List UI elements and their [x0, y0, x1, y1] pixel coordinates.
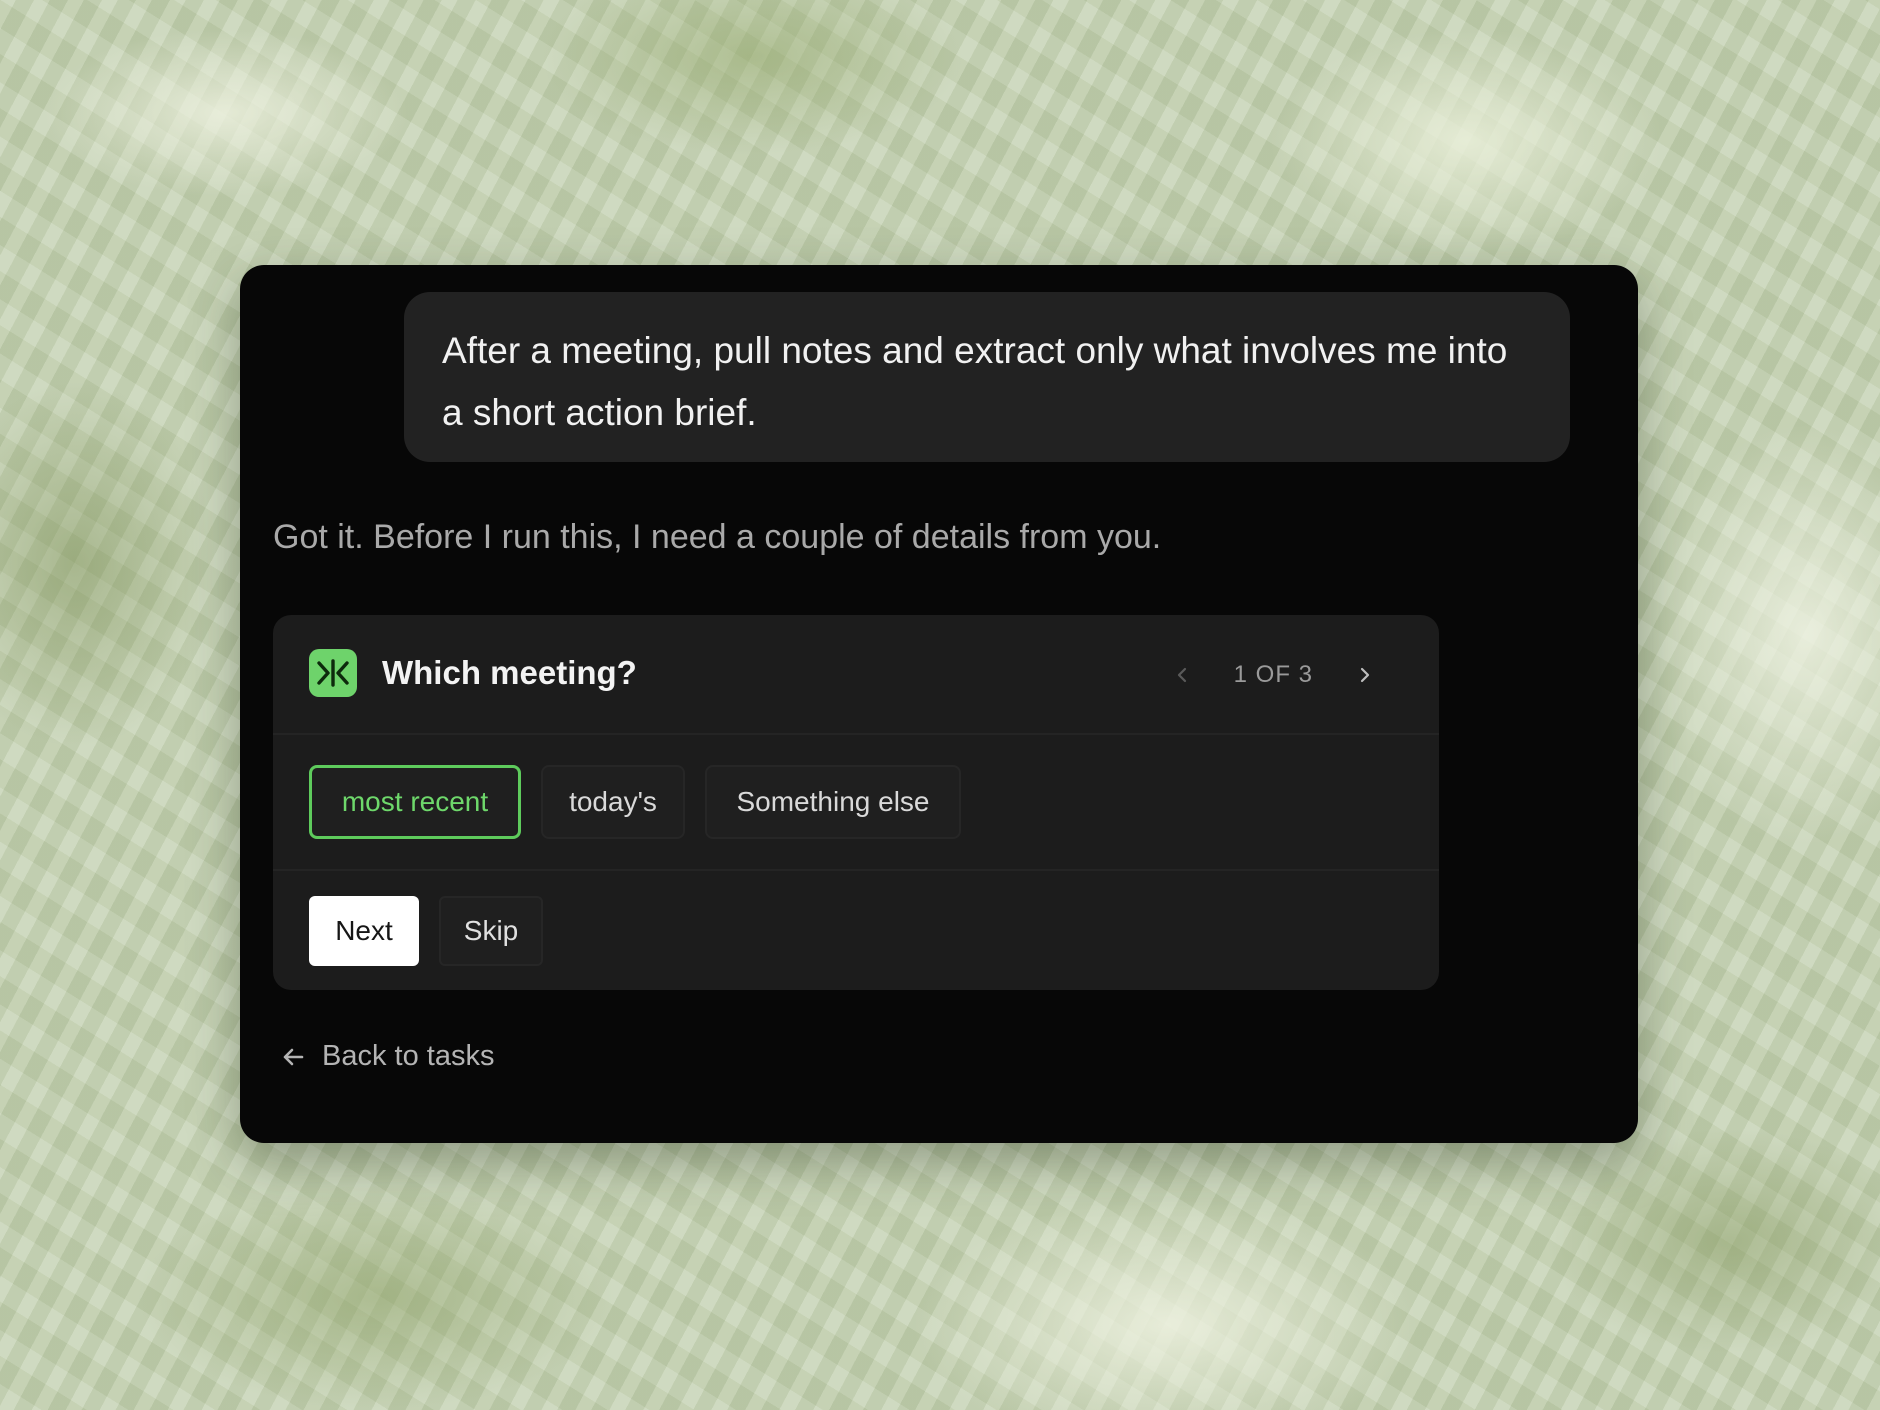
- question-title: Which meeting?: [382, 654, 637, 691]
- user-message-text: After a meeting, pull notes and extract …: [442, 330, 1508, 433]
- arrow-left-icon: [278, 1042, 308, 1072]
- skip-button[interactable]: Skip: [439, 895, 543, 966]
- chevron-right-icon[interactable]: [1347, 657, 1383, 693]
- question-pager: 1 OF 3: [1164, 655, 1383, 695]
- back-to-tasks-label: Back to tasks: [322, 1040, 495, 1072]
- answer-options: most recent today's Something else: [273, 735, 1439, 871]
- option-something-else[interactable]: Something else: [705, 765, 961, 839]
- assistant-message: Got it. Before I run this, I need a coup…: [273, 518, 1162, 556]
- pager-count: 1 OF 3: [1233, 661, 1313, 688]
- user-message-bubble: After a meeting, pull notes and extract …: [404, 292, 1570, 462]
- next-button[interactable]: Next: [309, 895, 419, 966]
- question-header: Which meeting? 1 OF 3: [273, 615, 1439, 735]
- option-most-recent[interactable]: most recent: [309, 765, 521, 839]
- option-todays[interactable]: today's: [541, 765, 685, 839]
- back-to-tasks-link[interactable]: Back to tasks: [278, 1040, 494, 1073]
- question-actions: Next Skip: [273, 871, 1439, 990]
- app-logo-icon: [309, 649, 357, 697]
- question-card: Which meeting? 1 OF 3 most recent today'…: [273, 615, 1439, 990]
- chevron-left-icon[interactable]: [1164, 657, 1200, 693]
- chat-panel: After a meeting, pull notes and extract …: [240, 265, 1638, 1143]
